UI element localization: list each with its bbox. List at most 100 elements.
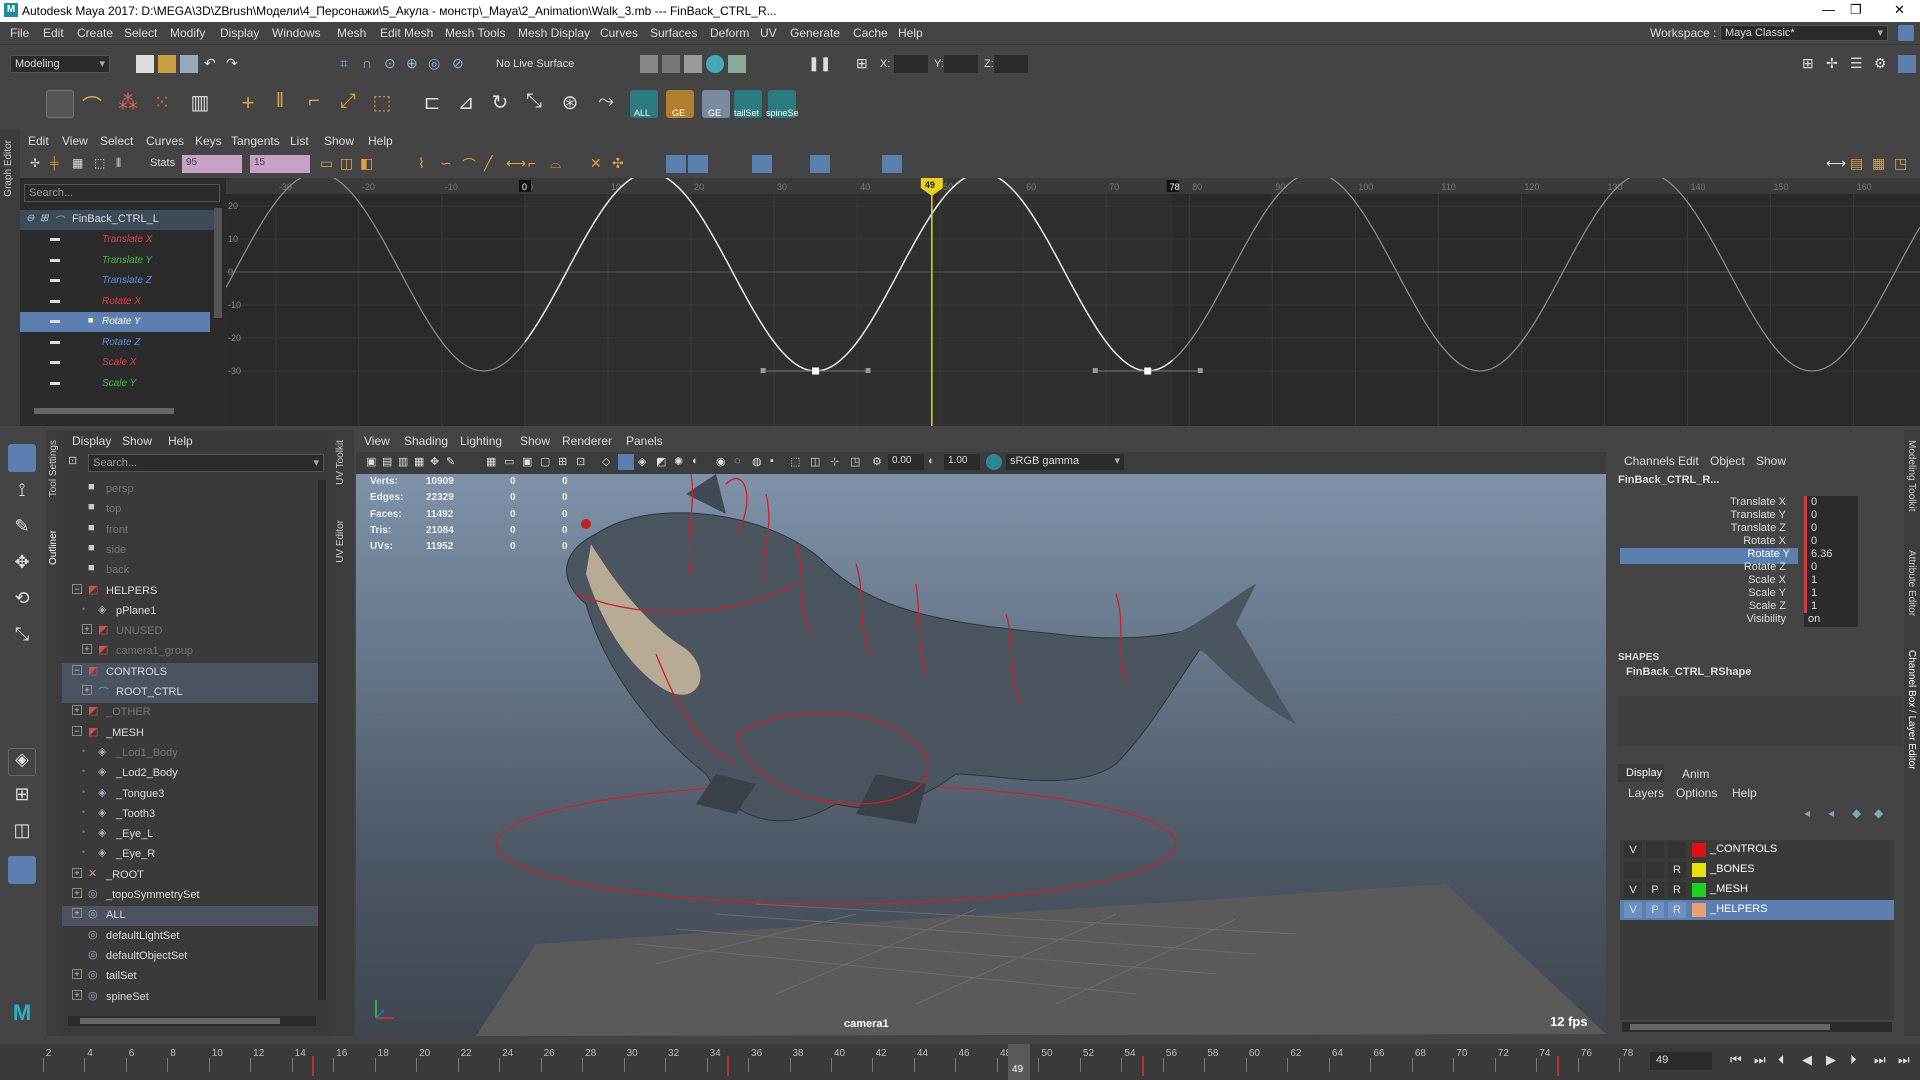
cb-attr-value[interactable]: 0 <box>1804 509 1858 523</box>
layer-p-toggle[interactable]: P <box>1646 882 1664 898</box>
auto-tangent-icon[interactable]: ⌇ <box>418 155 425 172</box>
constraint-pole-icon[interactable]: ⤳ <box>592 90 620 118</box>
layer-row[interactable]: V P R _HELPERS <box>1620 900 1894 920</box>
ge-channel-row[interactable]: ▬ Scale X <box>20 353 220 373</box>
outliner-item[interactable]: • ◈ _Tooth3 <box>62 805 312 825</box>
shadows-icon[interactable]: ◐ <box>692 455 699 467</box>
bookmark-icon[interactable]: ▥ <box>398 455 408 468</box>
render-view-icon[interactable] <box>46 90 74 118</box>
move-key-icon[interactable]: ✢ <box>30 156 40 170</box>
layer-menu-layers[interactable]: Layers <box>1628 786 1664 800</box>
outliner-item[interactable]: ◎ defaultObjectSet <box>62 947 312 967</box>
wireframe-icon[interactable]: ◇ <box>602 455 610 468</box>
ge-menu-curves[interactable]: Curves <box>146 134 184 148</box>
exposure-icon[interactable]: ⚙ <box>872 455 882 468</box>
vp-menu-renderer[interactable]: Renderer <box>562 434 612 448</box>
menu-generate[interactable]: Generate <box>790 26 840 40</box>
play-forwards-icon[interactable]: ▶ <box>1826 1052 1836 1068</box>
layer-p-toggle[interactable]: P <box>1646 902 1664 918</box>
ambient-occlusion-icon[interactable]: ◉ <box>716 455 726 468</box>
graph-editor-tab[interactable]: Graph Editor <box>3 140 14 197</box>
safe-action-icon[interactable]: ⊡ <box>576 455 585 468</box>
outliner-item[interactable]: + ◎ spineSet <box>62 988 312 1008</box>
move-tool-icon[interactable]: ✥ <box>8 552 36 580</box>
outliner-hscroll[interactable] <box>68 1016 316 1026</box>
attribute-editor-icon[interactable]: ☰ <box>1850 55 1868 73</box>
new-layer-selected-icon[interactable]: ◆ <box>1874 806 1883 820</box>
xray-joints-icon[interactable]: ⊹ <box>830 455 839 468</box>
ge-hscroll-thumb[interactable] <box>34 408 174 414</box>
menu-edit-mesh[interactable]: Edit Mesh <box>380 26 433 40</box>
vp-menu-view[interactable]: View <box>364 434 390 448</box>
lasso-tool-icon[interactable]: ⟟ <box>8 480 36 508</box>
attribute-editor-tab[interactable]: Attribute Editor <box>1906 550 1917 616</box>
linear-tangent-icon[interactable]: ╱ <box>484 155 492 172</box>
ge-channel-row[interactable]: ▬ Scale Y <box>20 374 220 394</box>
current-time-marker[interactable]: 49 <box>1008 1044 1030 1080</box>
key-tick[interactable] <box>727 1056 730 1076</box>
xray-icon[interactable]: ◫ <box>810 455 820 468</box>
outliner-item[interactable]: + ✕ _ROOT <box>62 866 312 886</box>
field-chart-icon[interactable]: ⊞ <box>558 455 567 468</box>
collapse-icon[interactable]: ⊖ <box>26 213 34 224</box>
collapse-icon[interactable]: − <box>72 664 82 675</box>
key-tick[interactable] <box>1557 1056 1560 1076</box>
expand-icon[interactable]: + <box>82 685 92 695</box>
layer-v-toggle[interactable]: V <box>1624 842 1642 858</box>
channel-box-tab[interactable]: Channel Box / Layer Editor <box>1906 650 1917 770</box>
viewport-scene[interactable]: Verts: 10909 0 0 Edges: 22329 0 0 Faces: 11492 0 0 T… <box>356 474 1606 1036</box>
select-tool-icon[interactable] <box>8 444 36 472</box>
snap-grid-icon[interactable]: ⌗ <box>340 55 358 73</box>
outliner-item[interactable]: − ◩ _MESH <box>62 724 312 744</box>
vp-menu-shading[interactable]: Shading <box>404 434 448 448</box>
outliner-item[interactable]: − ◩ HELPERS <box>62 582 312 602</box>
modeling-toolkit-tab[interactable]: Modeling Toolkit <box>1906 440 1917 512</box>
cb-attr-value[interactable]: 1 <box>1804 574 1858 588</box>
lock-icon[interactable] <box>1898 25 1914 41</box>
menu-file[interactable]: File <box>10 26 29 40</box>
ge-node-row[interactable]: ⊖ ⊞ ⌒ FinBack_CTRL_L <box>20 210 220 230</box>
outliner-tab[interactable]: Outliner <box>48 530 59 565</box>
plateau-tangent-icon[interactable]: ⌓ <box>550 155 561 172</box>
render-sequence-icon[interactable] <box>662 55 680 73</box>
outliner-search-input[interactable]: Search... ▾ <box>88 454 324 472</box>
layer-hscroll-thumb[interactable] <box>1630 1024 1830 1030</box>
close-button[interactable]: ✕ <box>1894 2 1905 18</box>
image-plane-icon[interactable]: ▦ <box>414 455 424 468</box>
expand-icon[interactable]: + <box>72 908 82 919</box>
gate-mask-icon[interactable]: ▢ <box>540 455 550 468</box>
ge-menu-show[interactable]: Show <box>324 134 354 148</box>
ge-menu-keys[interactable]: Keys <box>195 134 222 148</box>
outliner-item[interactable]: ■ front <box>62 521 312 541</box>
open-scene-icon[interactable] <box>158 55 176 73</box>
ipr-render-icon[interactable] <box>684 55 702 73</box>
layer-row[interactable]: V _CONTROLS <box>1620 840 1894 860</box>
maximize-button[interactable]: ❐ <box>1850 2 1862 18</box>
outliner-item[interactable]: • ◈ _Lod2_Body <box>62 764 312 784</box>
outliner-item[interactable]: + ◎ tailSet <box>62 967 312 987</box>
cb-attr-value[interactable]: 0 <box>1804 522 1858 536</box>
outliner-item[interactable]: • ◈ _Tongue3 <box>62 785 312 805</box>
layer-r-toggle[interactable]: R <box>1668 902 1686 918</box>
textured-icon[interactable]: ◩ <box>656 455 666 468</box>
menu-edit[interactable]: Edit <box>43 26 64 40</box>
gamma-icon[interactable]: ◐ <box>928 455 935 467</box>
undo-icon[interactable]: ↶ <box>204 55 222 73</box>
outliner-item[interactable]: + ◩ _OTHER <box>62 703 312 723</box>
gamma-field[interactable]: 1.00 <box>944 454 980 470</box>
ge-menu-select[interactable]: Select <box>100 134 133 148</box>
ik-handle-icon[interactable]: ⌒ <box>78 90 106 118</box>
ge-menu-list[interactable]: List <box>290 134 309 148</box>
vp-menu-lighting[interactable]: Lighting <box>460 434 502 448</box>
workspace-select[interactable]: Maya Classic* ▾ <box>1720 25 1888 41</box>
cb-attr-row[interactable]: Visibility on <box>1614 613 1904 629</box>
cb-attr-value[interactable]: 0 <box>1804 496 1858 510</box>
ge-menu-edit[interactable]: Edit <box>28 134 49 148</box>
hypergraph-icon[interactable]: ◳ <box>1894 155 1907 172</box>
tangent-handle[interactable] <box>1092 368 1098 373</box>
cb-object-name[interactable]: FinBack_CTRL_R... <box>1618 474 1719 486</box>
constraint-point-icon[interactable]: ⊿ <box>452 90 480 118</box>
expand-icon[interactable]: + <box>72 705 82 716</box>
ge-menu-view[interactable]: View <box>62 134 88 148</box>
render-settings-icon[interactable] <box>706 55 724 73</box>
